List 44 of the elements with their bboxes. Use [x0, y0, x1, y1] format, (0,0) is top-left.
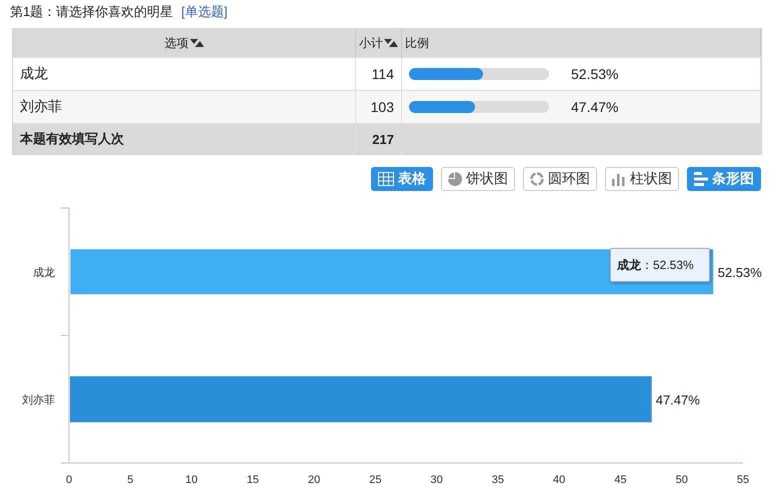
count-cell: 114: [372, 66, 394, 82]
tick-label: 50: [676, 474, 688, 486]
total-label: 本题有效填写人次: [20, 130, 124, 148]
tick-label: 45: [614, 474, 627, 486]
column-chart-icon: [612, 172, 626, 186]
column-header: 选项: [164, 34, 188, 52]
total-count: 217: [372, 132, 394, 146]
tick-label: 5: [127, 474, 134, 486]
column-header-cell[interactable]: 选项: [13, 29, 356, 57]
category-label: 刘亦菲: [22, 394, 55, 406]
bar-chart-icon: [694, 172, 708, 186]
tick-label: 0: [66, 474, 72, 486]
tick-label: 40: [553, 474, 566, 486]
tick-label: 35: [492, 474, 504, 486]
question-title: 第1题：请选择你喜欢的明星: [10, 3, 174, 21]
value-label: 47.47%: [656, 392, 700, 408]
percent-text: 52.53%: [571, 66, 618, 82]
tick-label: 10: [185, 474, 198, 486]
chart-type-button[interactable]: 柱状图: [605, 167, 679, 191]
chart-type-button[interactable]: 圆环图: [523, 167, 597, 191]
question-type-link[interactable]: [单选题]: [181, 3, 228, 21]
pie-icon: [448, 172, 462, 186]
sort-icon[interactable]: [190, 38, 204, 48]
tick-label: 15: [246, 474, 259, 486]
tick-label: 20: [308, 474, 320, 486]
percent-text: 47.47%: [571, 99, 618, 115]
column-header-cell[interactable]: 小计: [356, 29, 402, 57]
chart-type-button[interactable]: 饼状图: [441, 167, 515, 191]
sort-icon[interactable]: [384, 38, 398, 48]
tick-label: 25: [369, 474, 382, 486]
category-label: 成龙: [33, 266, 55, 279]
ring-icon: [530, 172, 544, 186]
bar[interactable]: [70, 248, 714, 296]
value-label: 52.53%: [718, 264, 762, 280]
tick-label: 30: [430, 474, 443, 486]
tooltip: 成龙：52.53%: [610, 248, 710, 282]
column-header: 比例: [405, 34, 429, 52]
option-cell: 刘亦菲: [20, 98, 62, 116]
column-header: 小计: [359, 34, 383, 52]
tick-label: 55: [736, 474, 750, 486]
grid-icon: [378, 172, 394, 186]
column-header-cell[interactable]: 比例: [402, 29, 761, 57]
option-cell: 成龙: [20, 65, 48, 83]
count-cell: 103: [370, 99, 394, 115]
